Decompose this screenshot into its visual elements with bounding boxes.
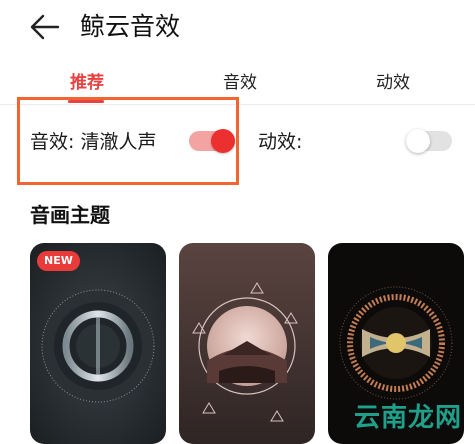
pagoda-theme-artwork: [179, 243, 315, 444]
tab-recommend[interactable]: 推荐: [52, 68, 122, 98]
back-button[interactable]: [28, 12, 62, 42]
motion-effect-label: 动效:: [258, 131, 303, 153]
motion-effect-toggle[interactable]: [406, 129, 452, 153]
new-badge: NEW: [37, 251, 80, 271]
highlight-box: [17, 97, 239, 185]
top-bar: 鲸云音效: [0, 0, 475, 56]
section-title: 音画主题: [30, 203, 110, 227]
toggle-knob: [406, 129, 430, 153]
tab-sound-effects[interactable]: 音效: [205, 68, 275, 98]
ring-theme-artwork: [30, 243, 166, 444]
tab-motion-effects[interactable]: 动效: [358, 68, 428, 98]
watermark-text: 云南龙网: [354, 403, 463, 433]
theme-card-2[interactable]: [179, 243, 315, 444]
watermark: 云南龙网: [348, 400, 468, 436]
theme-card-1[interactable]: NEW: [30, 243, 166, 444]
page-title: 鲸云音效: [80, 12, 181, 41]
arrow-left-icon: [30, 14, 60, 40]
